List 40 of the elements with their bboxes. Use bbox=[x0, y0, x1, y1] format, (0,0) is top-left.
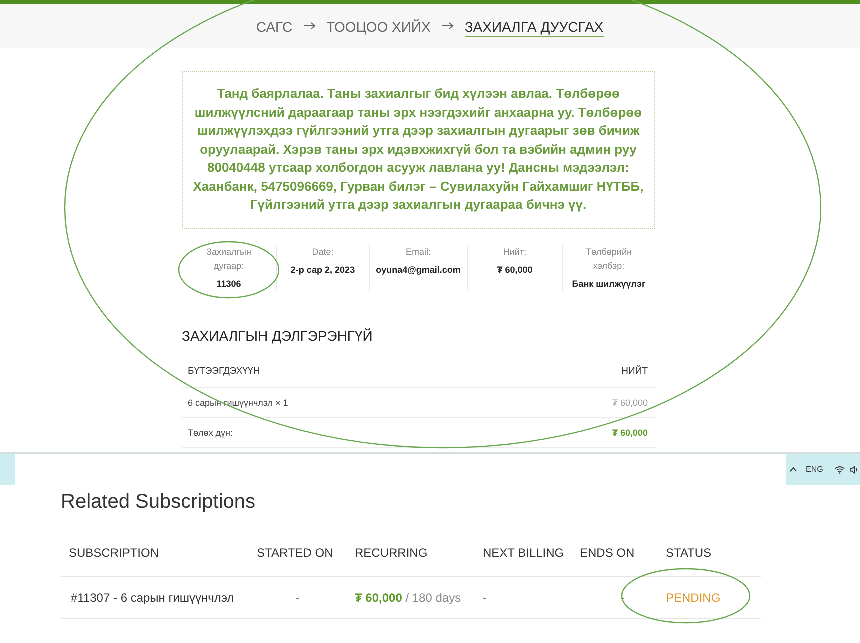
overview-label: Date: bbox=[312, 246, 334, 259]
chevron-up-icon[interactable] bbox=[790, 467, 797, 472]
column-header: SUBSCRIPTION bbox=[69, 546, 160, 560]
column-header: STATUS bbox=[666, 546, 712, 560]
table-cell: ₮ 60,000 bbox=[612, 428, 648, 438]
section-heading: Related Subscriptions bbox=[61, 490, 257, 514]
table-cell: 6 сарын гишүүнчлэл × 1 bbox=[188, 398, 288, 408]
table-cell: Төлөх дүн: bbox=[188, 428, 233, 438]
overview-value: 11306 bbox=[216, 278, 242, 291]
breadcrumb-link[interactable]: ТООЦОО ХИЙХ bbox=[326, 18, 431, 36]
table-cell: ₮ 60,000 / 180 days bbox=[355, 590, 462, 604]
column-header: STARTED ON bbox=[257, 546, 334, 560]
column-header: NEXT BILLING bbox=[483, 546, 564, 560]
overview-label: Төлбөрийн хэлбэр: bbox=[585, 246, 633, 273]
breadcrumb-link[interactable]: ЗАХИАЛГА ДУУСГАХ bbox=[464, 18, 604, 36]
overview-label: Email: bbox=[406, 246, 431, 259]
table-cell: #11307 - 6 сарын гишүүнчлэл bbox=[71, 590, 234, 604]
arrow-right-icon bbox=[442, 22, 454, 30]
table-cell: ₮ 60,000 bbox=[612, 398, 648, 408]
column-header: БҮТЭЭГДЭХҮҮН bbox=[188, 366, 260, 377]
overview-value: ₮ 60,000 bbox=[497, 264, 533, 277]
table-cell: - bbox=[483, 590, 487, 604]
table-cell: - bbox=[296, 590, 300, 604]
overview-value: Банк шилжүүлэг bbox=[572, 278, 646, 291]
column-header: RECURRING bbox=[355, 546, 428, 560]
wifi-icon[interactable] bbox=[835, 466, 846, 474]
overview-value: oyuna4@gmail.com bbox=[376, 264, 461, 277]
overview-label: Нийт: bbox=[503, 246, 527, 259]
column-header: НИЙТ bbox=[622, 366, 648, 377]
breadcrumb-link[interactable]: САГС bbox=[256, 18, 293, 36]
thank-you-notice: Танд баярлалаа. Таны захиалгыг бид хүлээн авлаа. Төлбөрөө шилжүүлсний дараагаар таны эрх нээгдэхийг анхаарна уу. Төлбөрөө шилжүүлэхдээ гүйлгээний утга дээр захиалгын дугаарыг зөв бичиж оруулаарай. Хэрэв таны эрх идэвхжихгүй бол та вэбийн админ руу 80040448 утсаар холбогдон асууж лавлана уу! Дансны мэдээлэл: Хаанбанк, 5475096669, Гурван билэг – Сувилахуйн Гайхамшиг НҮТББ, Гүйлгээний утга дээр захиалгын дугаараа бичнэ үү. bbox=[182, 71, 655, 229]
overview-value: 2-р сар 2, 2023 bbox=[290, 264, 356, 277]
overview-label: Захиалгын дугаар: bbox=[206, 246, 252, 273]
status-label: PENDING bbox=[666, 590, 721, 604]
arrow-right-icon bbox=[304, 22, 316, 30]
column-header: ENDS ON bbox=[580, 546, 635, 560]
taskbar-segment bbox=[0, 454, 15, 485]
language-indicator[interactable]: ENG bbox=[806, 465, 824, 474]
section-heading: ЗАХИАЛГЫН ДЭЛГЭРЭНГҮЙ bbox=[182, 327, 374, 345]
speaker-icon[interactable] bbox=[850, 466, 860, 474]
